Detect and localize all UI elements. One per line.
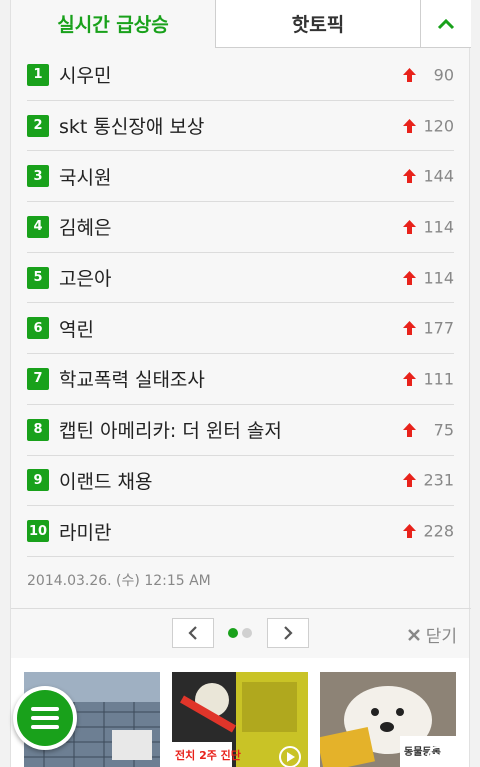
arrow-up-icon bbox=[403, 371, 416, 386]
arrow-up-icon bbox=[403, 321, 416, 336]
ranking-row[interactable]: 10 라미란 228 bbox=[27, 506, 454, 557]
rank-badge: 7 bbox=[27, 367, 49, 390]
ranking-row[interactable]: 5 고은아 114 bbox=[27, 253, 454, 304]
arrow-up-icon bbox=[403, 473, 416, 488]
close-button[interactable]: 닫기 bbox=[407, 622, 457, 647]
arrow-up-icon bbox=[403, 219, 416, 234]
ranking-row[interactable]: 4 김혜은 114 bbox=[27, 202, 454, 253]
search-term: 역린 bbox=[59, 318, 94, 341]
pager-controls: 닫기 bbox=[11, 608, 471, 658]
search-term: 학교폭력 실태조사 bbox=[59, 369, 205, 392]
trending-panel: 실시간 급상승 핫토픽 1 시우민 90 2 skt 통신장애 보상 120 3 국시원 144… bbox=[10, 0, 471, 658]
ranking-row[interactable]: 2 skt 통신장애 보상 120 bbox=[27, 101, 454, 152]
chevron-up-icon bbox=[437, 18, 455, 29]
arrow-up-icon bbox=[403, 67, 416, 82]
ranking-list: 1 시우민 90 2 skt 통신장애 보상 120 3 국시원 144 4 김혜은 114 5 고은아 1… bbox=[27, 50, 454, 557]
rank-badge: 10 bbox=[27, 520, 49, 543]
rank-badge: 9 bbox=[27, 469, 49, 492]
menu-icon bbox=[17, 690, 73, 746]
close-x-icon bbox=[407, 628, 420, 641]
menu-fab[interactable] bbox=[13, 686, 77, 750]
search-term: 시우민 bbox=[59, 65, 112, 88]
tab-realtime-rising[interactable]: 실시간 급상승 bbox=[11, 0, 215, 48]
update-timestamp: 2014.03.26. (수) 12:15 AM bbox=[27, 573, 211, 589]
ranking-row[interactable]: 8 캡틴 아메리카: 더 윈터 솔저 75 bbox=[27, 405, 454, 456]
chevron-right-icon bbox=[284, 626, 293, 640]
ranking-row[interactable]: 3 국시원 144 bbox=[27, 151, 454, 203]
thumbnail-image: 전치 2주 진단 bbox=[172, 672, 308, 767]
thumbnail-image: 동물등록 bbox=[320, 672, 456, 767]
thumbnail-3[interactable]: 동물등록 bbox=[320, 672, 456, 767]
rank-score: 111 bbox=[423, 369, 454, 389]
arrow-up-icon bbox=[403, 270, 416, 285]
rank-badge: 2 bbox=[27, 114, 49, 137]
ranking-row[interactable]: 9 이랜드 채용 231 bbox=[27, 456, 454, 507]
search-term: 김혜은 bbox=[59, 217, 112, 240]
page-dot-2 bbox=[242, 628, 252, 638]
rank-badge: 1 bbox=[27, 63, 49, 86]
next-button[interactable] bbox=[267, 618, 309, 648]
rank-score: 90 bbox=[433, 65, 454, 85]
rank-score: 177 bbox=[423, 318, 454, 338]
tab-hot-topic[interactable]: 핫토픽 bbox=[215, 0, 420, 48]
collapse-button[interactable] bbox=[420, 0, 471, 48]
arrow-up-icon bbox=[403, 118, 416, 133]
search-term: 국시원 bbox=[59, 166, 112, 189]
rank-score: 114 bbox=[423, 268, 454, 288]
search-term: 캡틴 아메리카: 더 윈터 솔저 bbox=[59, 420, 282, 443]
rank-badge: 3 bbox=[27, 165, 49, 188]
close-label: 닫기 bbox=[425, 627, 457, 647]
chevron-left-icon bbox=[188, 626, 197, 640]
arrow-up-icon bbox=[403, 422, 416, 437]
search-term: 이랜드 채용 bbox=[59, 470, 153, 493]
rank-score: 114 bbox=[423, 217, 454, 237]
thumbnail-2[interactable]: 전치 2주 진단 bbox=[172, 672, 308, 767]
rank-score: 75 bbox=[433, 420, 454, 440]
arrow-up-icon bbox=[403, 169, 416, 184]
arrow-up-icon bbox=[403, 524, 416, 539]
page-dot-1 bbox=[228, 628, 238, 638]
search-term: 고은아 bbox=[59, 268, 112, 291]
tab-bar: 실시간 급상승 핫토픽 bbox=[11, 0, 471, 48]
rank-score: 231 bbox=[423, 470, 454, 490]
rank-badge: 6 bbox=[27, 317, 49, 340]
rank-score: 228 bbox=[423, 521, 454, 541]
search-term: skt 통신장애 보상 bbox=[59, 116, 205, 139]
rank-badge: 5 bbox=[27, 266, 49, 289]
prev-button[interactable] bbox=[172, 618, 214, 648]
ranking-row[interactable]: 6 역린 177 bbox=[27, 303, 454, 355]
ranking-row[interactable]: 1 시우민 90 bbox=[27, 50, 454, 101]
rank-score: 120 bbox=[423, 116, 454, 136]
thumbnail-strip: 전치 2주 진단 동물등록 bbox=[10, 658, 470, 767]
search-term: 라미란 bbox=[59, 521, 112, 544]
rank-badge: 8 bbox=[27, 418, 49, 441]
ranking-row[interactable]: 7 학교폭력 실태조사 111 bbox=[27, 354, 454, 405]
thumbnail-caption: 전치 2주 진단 bbox=[175, 748, 241, 762]
rank-score: 144 bbox=[423, 166, 454, 186]
rank-badge: 4 bbox=[27, 215, 49, 238]
